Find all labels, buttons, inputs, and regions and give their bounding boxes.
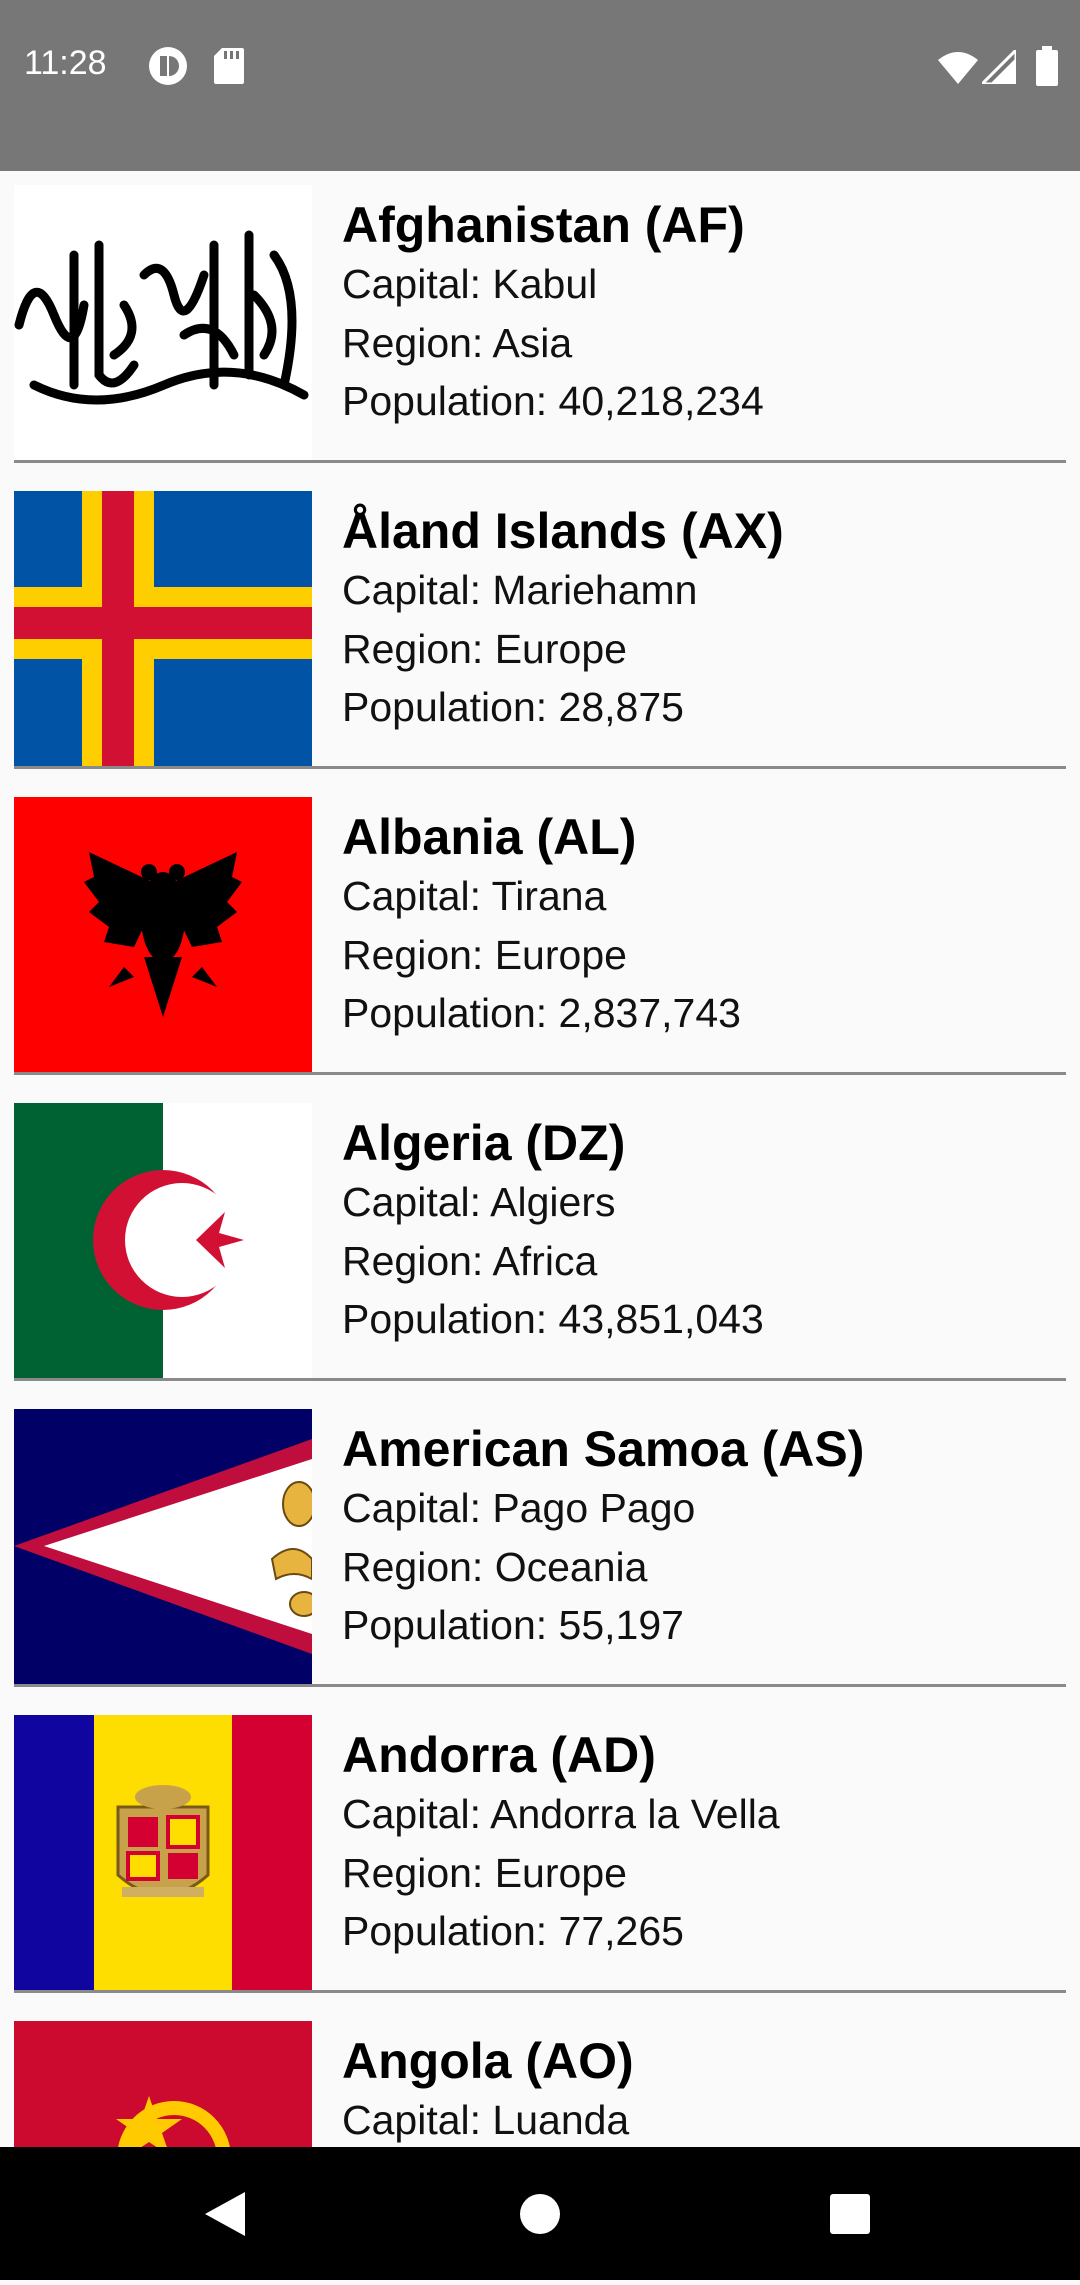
recents-button[interactable] — [780, 2147, 920, 2280]
country-population: Population: 40,218,234 — [342, 378, 764, 424]
sd-card-icon — [214, 48, 244, 89]
country-capital: Capital: Luanda — [342, 2097, 630, 2143]
country-population: Population: 28,875 — [342, 684, 684, 730]
algeria-flag — [14, 1103, 312, 1378]
country-capital: Capital: Tirana — [342, 873, 607, 919]
recents-icon — [830, 2194, 870, 2234]
country-population: Population: 43,851,043 — [342, 1296, 764, 1342]
battery-icon — [1036, 46, 1058, 91]
andorra-flag — [14, 1715, 312, 1990]
country-row-andorra[interactable]: Andorra (AD) Capital: Andorra la Vella R… — [14, 1701, 1066, 2007]
country-name: Algeria (DZ) — [342, 1115, 626, 1171]
aland-islands-flag — [14, 491, 312, 766]
row-divider — [14, 1072, 1066, 1075]
wifi-icon — [938, 50, 978, 89]
country-row-albania[interactable]: Albania (AL) Capital: Tirana Region: Eur… — [14, 783, 1066, 1089]
country-name: Åland Islands (AX) — [342, 503, 784, 559]
country-name: Albania (AL) — [342, 809, 637, 865]
back-button[interactable] — [155, 2147, 295, 2280]
media-icon — [148, 46, 188, 91]
country-capital: Capital: Mariehamn — [342, 567, 698, 613]
country-row-aland-islands[interactable]: Åland Islands (AX) Capital: Mariehamn Re… — [14, 477, 1066, 783]
row-divider — [14, 766, 1066, 769]
signal-icon — [978, 46, 1018, 89]
country-region: Region: Africa — [342, 1237, 598, 1284]
country-capital: Capital: Pago Pago — [342, 1485, 696, 1531]
angola-flag — [14, 2021, 312, 2147]
country-row-angola[interactable]: Angola (AO) Capital: Luanda — [14, 2007, 1066, 2147]
american-samoa-flag — [14, 1409, 312, 1684]
home-button[interactable] — [470, 2147, 610, 2280]
country-row-afghanistan[interactable]: Afghanistan (AF) Capital: Kabul Region: … — [14, 171, 1066, 477]
country-region: Region: Europe — [342, 625, 627, 672]
country-name: Angola (AO) — [342, 2033, 634, 2089]
country-capital: Capital: Algiers — [342, 1179, 616, 1225]
row-divider — [14, 1378, 1066, 1381]
country-row-american-samoa[interactable]: American Samoa (AS) Capital: Pago Pago R… — [14, 1395, 1066, 1701]
country-region: Region: Oceania — [342, 1543, 648, 1590]
afghanistan-flag — [14, 185, 312, 460]
row-divider — [14, 1990, 1066, 1993]
status-bar: 11:28 — [0, 0, 1080, 171]
status-time: 11:28 — [24, 44, 107, 82]
country-population: Population: 2,837,743 — [342, 990, 741, 1036]
country-name: American Samoa (AS) — [342, 1421, 865, 1477]
country-name: Andorra (AD) — [342, 1727, 656, 1783]
country-population: Population: 77,265 — [342, 1908, 684, 1954]
country-region: Region: Asia — [342, 319, 573, 366]
country-region: Region: Europe — [342, 931, 627, 978]
country-population: Population: 55,197 — [342, 1602, 684, 1648]
navigation-bar — [0, 2147, 1080, 2280]
country-list[interactable]: Afghanistan (AF) Capital: Kabul Region: … — [0, 171, 1080, 2147]
row-divider — [14, 1684, 1066, 1687]
country-name: Afghanistan (AF) — [342, 197, 745, 253]
row-divider — [14, 460, 1066, 463]
country-capital: Capital: Kabul — [342, 261, 598, 307]
albania-flag — [14, 797, 312, 1072]
country-row-algeria[interactable]: Algeria (DZ) Capital: Algiers Region: Af… — [14, 1089, 1066, 1395]
country-region: Region: Europe — [342, 1849, 627, 1896]
home-icon — [520, 2194, 560, 2234]
country-capital: Capital: Andorra la Vella — [342, 1791, 780, 1837]
back-icon — [205, 2192, 245, 2236]
